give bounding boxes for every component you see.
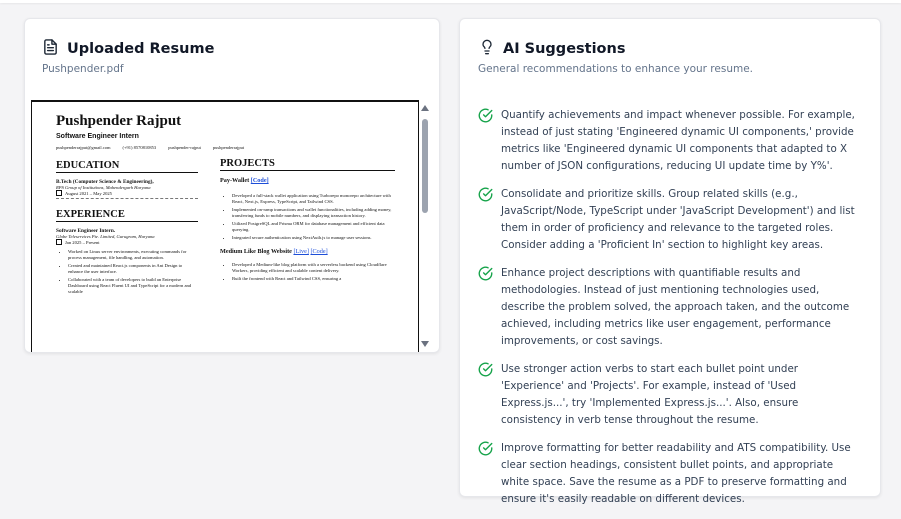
resume-card-title: Uploaded Resume (67, 41, 215, 57)
suggestion-text: Consolidate and prioritize skills. Group… (501, 188, 855, 251)
experience-dates-text: Jan 2025 – Present (65, 239, 100, 245)
project-bullet: Built the frontend with React and Tailwi… (232, 276, 395, 282)
suggestion-item: Improve formatting for better readabilit… (478, 440, 858, 508)
top-bar-edge (0, 0, 901, 3)
check-circle-icon (478, 441, 493, 460)
project-code-link[interactable]: [Code] (310, 248, 327, 255)
suggestion-text: Enhance project descriptions with quanti… (501, 267, 850, 347)
resume-linkedin[interactable]: pushpender-rajput (168, 145, 201, 150)
check-circle-icon (478, 108, 493, 127)
resume-email[interactable]: pushpenderrajput@gmail.com (56, 145, 111, 150)
suggestion-item: Quantify achievements and impact wheneve… (478, 107, 858, 175)
project-bullet: Utilized PostgreSQL and Prisma ORM for d… (232, 221, 395, 233)
resume-phone: (+91) 8570810853 (122, 145, 157, 150)
project-bullet: Integrated secure authentication using N… (232, 235, 395, 241)
ai-card-title: AI Suggestions (503, 41, 626, 57)
project-bullets: Developed a Medium-like blog platform wi… (220, 262, 395, 282)
suggestion-text: Improve formatting for better readabilit… (501, 442, 851, 505)
experience-bullet: Collaborated with a team of developers t… (68, 277, 198, 295)
calendar-icon (56, 190, 62, 196)
resume-left-column: EDUCATION B.Tech (Computer Science & Eng… (56, 160, 198, 297)
suggestion-item: Enhance project descriptions with quanti… (478, 265, 858, 350)
suggestion-item: Consolidate and prioritize skills. Group… (478, 186, 858, 254)
project-code-link[interactable]: [Code] (251, 177, 269, 184)
suggestion-item: Use stronger action verbs to start each … (478, 361, 858, 429)
project-live-link[interactable]: [Live] (293, 248, 308, 255)
resume-preview[interactable]: Pushpender Rajput Software Engineer Inte… (31, 100, 419, 352)
suggestion-list: Quantify achievements and impact wheneve… (478, 107, 858, 519)
resume-name: Pushpender Rajput (56, 113, 182, 129)
resume-github[interactable]: pushpenderrajput (213, 145, 244, 150)
projects-heading: PROJECTS (220, 158, 395, 171)
resume-role: Software Engineer Intern (56, 133, 139, 140)
experience-bullet: Created and maintained React.js componen… (68, 263, 198, 275)
document-icon (42, 38, 59, 60)
suggestion-text: Use stronger action verbs to start each … (501, 363, 799, 426)
check-circle-icon (478, 266, 493, 285)
education-dates-text: August 2021 – May 2025 (65, 190, 112, 196)
experience-bullets: Worked on Linux server environments, exe… (56, 249, 198, 295)
education-dates: August 2021 – May 2025 (56, 190, 198, 196)
project-bullet: Implemented on-ramp transactions and wal… (232, 207, 395, 219)
ai-card-header: AI Suggestions (479, 38, 625, 60)
experience-dates: Jan 2025 – Present (56, 239, 198, 245)
project-bullet: Developed a full-stack wallet applicatio… (232, 193, 395, 205)
project-title: Pay-Wallet [Code] (220, 177, 395, 184)
ai-card-subtitle: General recommendations to enhance your … (478, 63, 754, 75)
calendar-icon (56, 239, 62, 245)
project-title: Medium Like Blog Website [Live] [Code] (220, 248, 395, 255)
resume-right-column: PROJECTS Pay-Wallet [Code] Developed a f… (220, 158, 395, 284)
uploaded-resume-card: Uploaded Resume Pushpender.pdf Pushpende… (24, 18, 440, 353)
scroll-up-arrow-icon[interactable] (421, 105, 429, 111)
project-name: Pay-Wallet (220, 177, 250, 184)
experience-heading: EXPERIENCE (56, 209, 198, 222)
check-circle-icon (478, 362, 493, 381)
lightbulb-icon (479, 38, 495, 60)
project-bullets: Developed a full-stack wallet applicatio… (220, 193, 395, 241)
resume-file-name: Pushpender.pdf (42, 63, 124, 75)
divider (56, 198, 198, 199)
ai-suggestions-card: AI Suggestions General recommendations t… (459, 18, 881, 505)
scroll-thumb[interactable] (422, 119, 428, 213)
scroll-down-arrow-icon[interactable] (421, 341, 429, 347)
resume-contacts: pushpenderrajput@gmail.com (+91) 8570810… (56, 145, 244, 150)
resume-card-header: Uploaded Resume (42, 38, 214, 60)
suggestion-text: Quantify achievements and impact wheneve… (501, 109, 855, 172)
education-heading: EDUCATION (56, 160, 198, 173)
check-circle-icon (478, 187, 493, 206)
project-name: Medium Like Blog Website (220, 248, 292, 255)
experience-bullet: Worked on Linux server environments, exe… (68, 249, 198, 261)
project-bullet: Developed a Medium-like blog platform wi… (232, 262, 395, 274)
preview-scrollbar[interactable] (421, 105, 429, 347)
